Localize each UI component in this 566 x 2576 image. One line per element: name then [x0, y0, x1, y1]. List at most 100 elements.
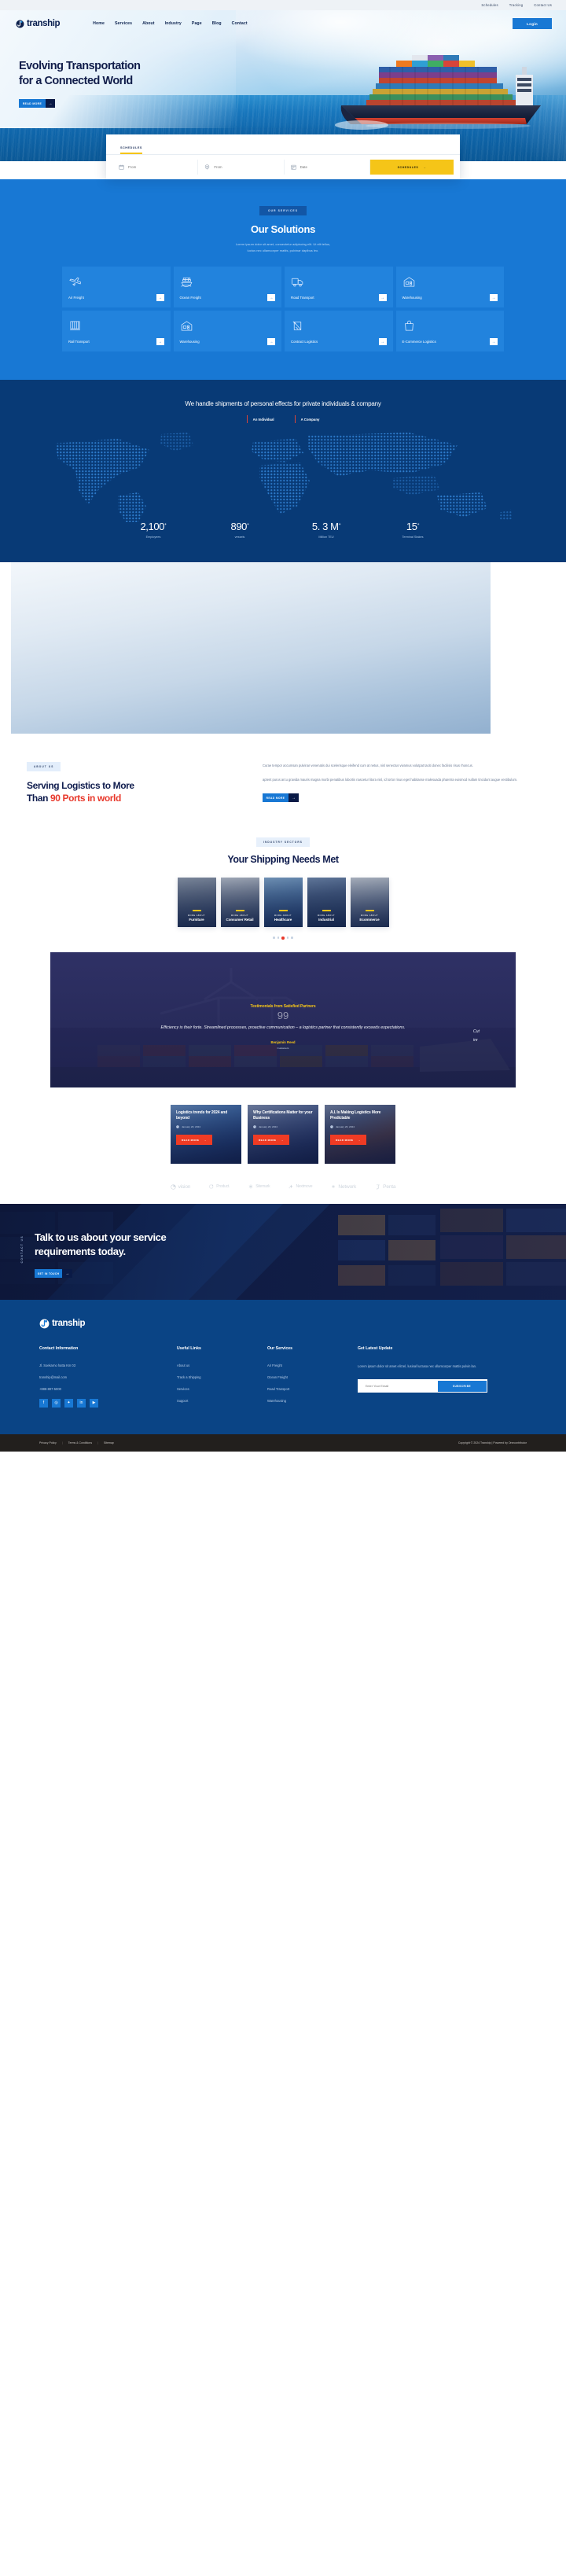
- solution-card-footer: Contract Logistics →: [291, 338, 387, 345]
- tab-schedules[interactable]: SCHEDULES: [120, 146, 142, 154]
- feature-image-band: [0, 562, 566, 743]
- solution-card-warehousing[interactable]: Warehousing →: [395, 267, 504, 307]
- solution-card-footer: Rail Transport →: [68, 338, 164, 345]
- stat-suffix: +: [164, 522, 167, 528]
- industry-card-healthcare[interactable]: MORE ABOUT Healthcare: [263, 878, 303, 928]
- solution-card-footer: Road Transport →: [291, 294, 387, 301]
- carousel-dot-3-active[interactable]: [281, 937, 285, 940]
- cta-get-in-touch-button[interactable]: GET IN TOUCH →: [35, 1269, 72, 1279]
- partner-sitemark: Sitemark: [248, 1184, 270, 1189]
- topbar-link-contact-us[interactable]: Contact Us: [534, 3, 552, 7]
- nav-item-home[interactable]: Home: [93, 21, 105, 26]
- hero-read-more-button[interactable]: READ MORE →: [19, 99, 55, 109]
- youtube-icon[interactable]: ▶: [90, 1398, 98, 1408]
- industry-card-ecommerce[interactable]: MORE ABOUT Ecommerce: [350, 878, 389, 928]
- footer-link-privacy-policy[interactable]: Privacy Policy: [39, 1441, 57, 1444]
- footer-link-about-us[interactable]: About us: [177, 1363, 267, 1367]
- topbar-link-tracking[interactable]: Tracking: [509, 3, 524, 7]
- solution-card-ocean-freight[interactable]: Ocean Freight →: [173, 267, 281, 307]
- arrow-right-icon[interactable]: →: [490, 338, 498, 345]
- footer-address: Jl. Soekarno hatta Km 03: [39, 1363, 75, 1367]
- solution-card-air-freight[interactable]: Air Freight →: [62, 267, 171, 307]
- footer-logo[interactable]: tranship: [39, 1319, 527, 1329]
- carousel-dot-4[interactable]: [286, 937, 289, 939]
- blog-card-1[interactable]: Logistics trends for 2024 and beyond Jan…: [171, 1104, 241, 1164]
- newsletter-email-input[interactable]: [358, 1380, 438, 1392]
- arrow-right-icon[interactable]: →: [490, 294, 498, 301]
- carousel-dot-5[interactable]: [291, 937, 293, 939]
- testimonial-side-text: Cut inr: [473, 1028, 480, 1045]
- blog-read-more-button[interactable]: READ MORE →: [176, 1135, 213, 1146]
- newsletter-form: SUBSCRIBE: [358, 1379, 487, 1393]
- schedules-from-input[interactable]: [128, 165, 192, 169]
- schedules-to-field[interactable]: [198, 160, 285, 175]
- schedules-date-input[interactable]: [300, 165, 363, 169]
- footer-link-support[interactable]: Support: [177, 1399, 267, 1403]
- footer-link-sitemap[interactable]: Sitemap: [104, 1441, 114, 1444]
- arrow-right-icon[interactable]: →: [156, 338, 164, 345]
- carousel-dot-2[interactable]: [277, 937, 280, 939]
- solution-card-road-transport[interactable]: Road Transport →: [285, 267, 393, 307]
- solution-card-footer: Ocean Freight →: [180, 294, 275, 301]
- audience-option-individual[interactable]: An Individual: [246, 415, 274, 423]
- footer-link-road-transport[interactable]: Road Transport: [267, 1387, 358, 1391]
- blog-card-3[interactable]: A.I. Is Making Logistics More Predictabl…: [325, 1104, 395, 1164]
- solution-card-label: Air Freight: [68, 296, 84, 300]
- industry-card-furniture[interactable]: MORE ABOUT Furniture: [177, 878, 216, 928]
- arrow-right-icon[interactable]: →: [378, 338, 387, 345]
- solution-card-warehousing-2[interactable]: Warehousing →: [173, 311, 281, 351]
- about-read-more-button[interactable]: READ MORE →: [263, 793, 299, 802]
- audience-option-company[interactable]: A Company: [294, 415, 319, 423]
- footer-link-warehousing[interactable]: Warehousing: [267, 1399, 358, 1403]
- footer-email[interactable]: tranship@mail.com: [39, 1375, 177, 1379]
- nav-item-about[interactable]: About: [142, 21, 154, 26]
- logo[interactable]: tranship: [16, 19, 61, 28]
- blog-read-more-button[interactable]: READ MORE →: [330, 1135, 367, 1146]
- twitter-icon[interactable]: ✦: [64, 1398, 73, 1408]
- blog-read-more-button[interactable]: READ MORE →: [253, 1135, 290, 1146]
- testimonial-section: Testimonials from Satisfied Partners 99 …: [0, 940, 566, 1087]
- solution-card-ecommerce-logistics[interactable]: E-Commerce Logistics →: [395, 311, 504, 351]
- solution-card-rail-transport[interactable]: Rail Transport →: [62, 311, 171, 351]
- solution-card-contract-logistics[interactable]: Contract Logistics →: [285, 311, 393, 351]
- partner-name: Nextmove: [296, 1184, 313, 1190]
- footer-link-ocean-freight[interactable]: Ocean Freight: [267, 1375, 358, 1379]
- nav-item-services[interactable]: Services: [115, 21, 132, 26]
- about-pill: ABOUT US: [27, 762, 61, 771]
- testimonial-content: Testimonials from Satisfied Partners 99 …: [50, 952, 516, 1050]
- schedules-date-field[interactable]: [285, 160, 370, 175]
- schedules-submit-button[interactable]: SCHEDULES →: [369, 160, 454, 175]
- stat-value-wrap: 2,100+: [110, 521, 197, 532]
- footer-link-track-a-shipping[interactable]: Track a Shipping: [177, 1375, 267, 1379]
- industry-card-industrial[interactable]: MORE ABOUT Industrial: [307, 878, 346, 928]
- schedules-from-field[interactable]: [112, 160, 199, 175]
- solution-card-label: E-Commerce Logistics: [402, 340, 436, 344]
- nav-item-blog[interactable]: Blog: [212, 21, 222, 26]
- login-button[interactable]: Login: [512, 18, 552, 29]
- footer-link-terms-conditions[interactable]: Terms & Conditions: [68, 1441, 92, 1444]
- footer-link-air-freight[interactable]: Air Freight: [267, 1363, 358, 1367]
- blog-card-date: January 20, 2024: [330, 1125, 390, 1128]
- industry-card-consumer-retail[interactable]: MORE ABOUT Consumer Retail: [220, 878, 259, 928]
- footer-heading-newsletter: Get Latest Update: [358, 1345, 393, 1351]
- carousel-dot-1[interactable]: [273, 937, 275, 939]
- newsletter-subscribe-button[interactable]: SUBSCRIBE: [437, 1380, 487, 1392]
- schedules-to-input[interactable]: [214, 165, 277, 169]
- footer-link-services[interactable]: Services: [177, 1387, 267, 1391]
- blog-card-2[interactable]: Why Certifications Matter for your Busin…: [248, 1104, 318, 1164]
- facebook-icon[interactable]: f: [39, 1398, 48, 1408]
- world-map: [0, 429, 566, 524]
- instagram-icon[interactable]: ◎: [52, 1398, 61, 1408]
- nav-item-industry[interactable]: Industry: [165, 21, 182, 26]
- topbar-link-schedules[interactable]: Schedules: [481, 3, 498, 7]
- linkedin-icon[interactable]: in: [77, 1398, 86, 1408]
- arrow-right-icon[interactable]: →: [267, 294, 275, 301]
- footer-phone[interactable]: +888-807-5000: [39, 1387, 177, 1391]
- accent-dash: [322, 910, 331, 911]
- arrow-right-icon[interactable]: →: [267, 338, 275, 345]
- nav-item-contact[interactable]: Contact: [232, 21, 248, 26]
- nav-item-page[interactable]: Page: [192, 21, 202, 26]
- arrow-right-icon[interactable]: →: [156, 294, 164, 301]
- arrow-right-icon[interactable]: →: [378, 294, 387, 301]
- footer-inner: tranship Contact Information Jl. Soekarn…: [39, 1319, 527, 1411]
